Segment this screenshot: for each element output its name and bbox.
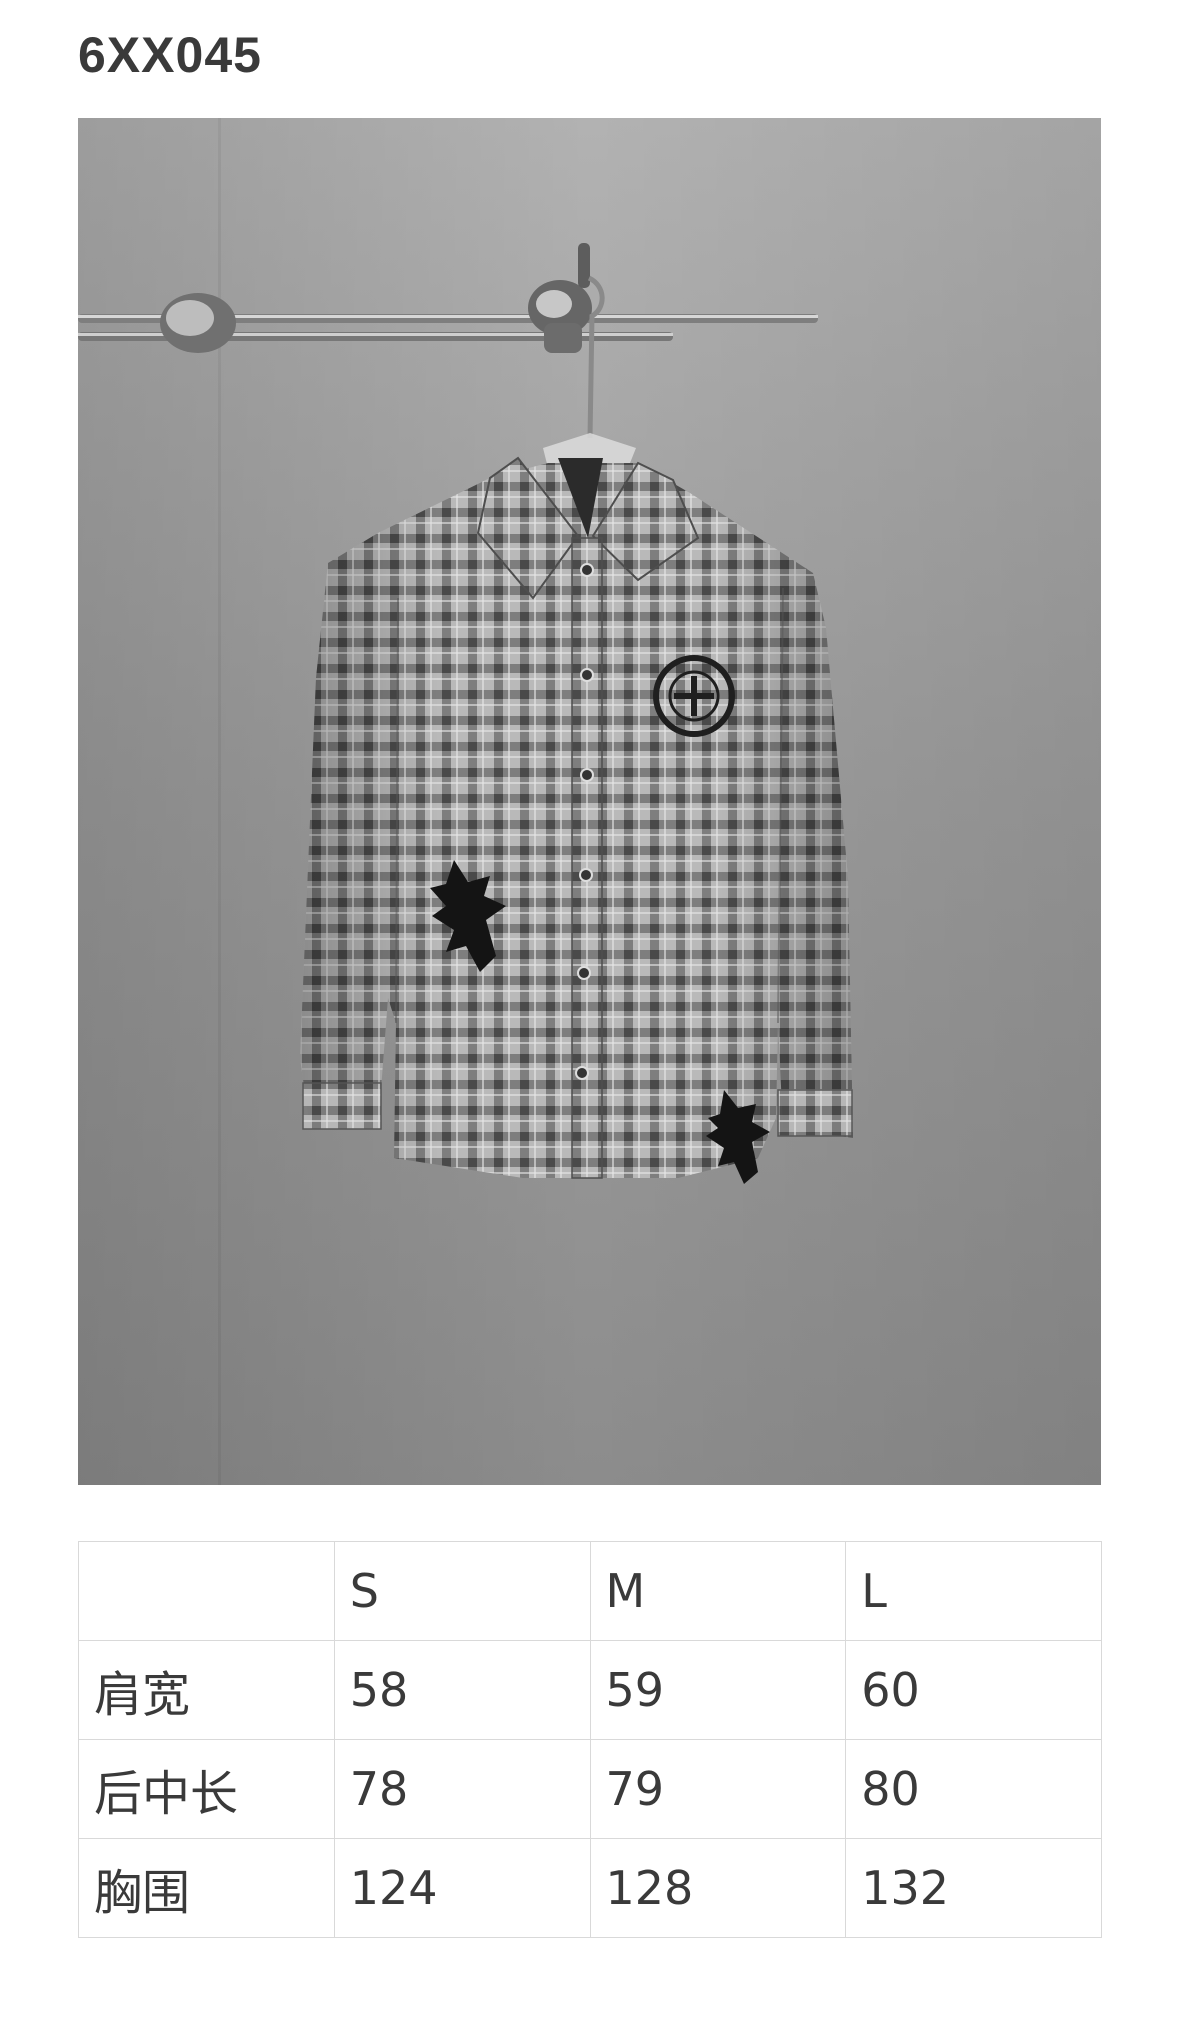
table-cell: 124 [333,1838,591,1938]
table-cell: 128 [589,1838,847,1938]
table-header-cell: S [333,1541,591,1641]
size-chart-table: S M L 肩宽 58 59 60 后中长 78 79 80 胸围 124 12… [78,1541,1102,1938]
table-row: 胸围 124 128 132 [78,1838,1102,1938]
table-cell: 132 [845,1838,1102,1938]
table-cell: 80 [845,1739,1102,1839]
table-cell: 79 [589,1739,847,1839]
table-header-cell: M [589,1541,847,1641]
row-label: 胸围 [78,1838,335,1938]
table-cell: 60 [845,1640,1102,1740]
product-code: 6XX045 [78,27,262,83]
product-photo [78,118,1101,1485]
table-header-cell: L [845,1541,1102,1641]
table-header-row: S M L [78,1541,1102,1641]
table-row: 后中长 78 79 80 [78,1739,1102,1839]
table-row: 肩宽 58 59 60 [78,1640,1102,1740]
row-label: 后中长 [78,1739,335,1839]
table-cell: 58 [333,1640,591,1740]
table-cell: 78 [333,1739,591,1839]
table-header-cell [78,1541,335,1641]
row-label: 肩宽 [78,1640,335,1740]
table-cell: 59 [589,1640,847,1740]
